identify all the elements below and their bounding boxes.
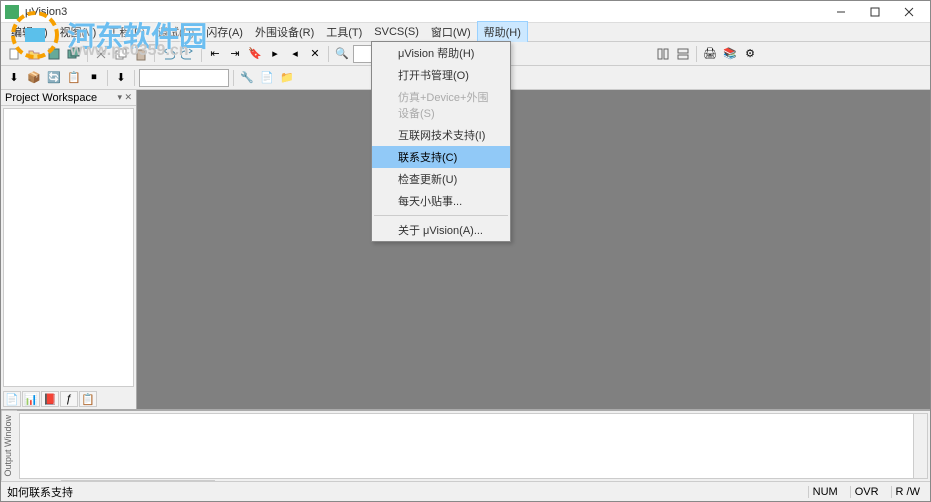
project-panel-tabs: 📄 📊 📕 ƒ 📋 xyxy=(1,389,136,409)
redo-icon[interactable] xyxy=(179,45,197,63)
window-cascade-icon[interactable] xyxy=(674,45,692,63)
target-combo[interactable] xyxy=(139,69,229,87)
save-icon[interactable] xyxy=(45,45,63,63)
bookmark-clear-icon[interactable]: ✕ xyxy=(306,45,324,63)
rebuild-icon[interactable]: 🔄 xyxy=(45,69,63,87)
menu-debug[interactable]: 调试(D) xyxy=(151,22,200,42)
menu-separator xyxy=(374,215,508,216)
status-num: NUM xyxy=(808,486,842,498)
tab-regs-icon[interactable]: 📊 xyxy=(22,391,40,407)
tab-func-icon[interactable]: ƒ xyxy=(60,391,78,407)
output-vscroll[interactable] xyxy=(913,414,927,478)
help-item-open-books[interactable]: 打开书管理(O) xyxy=(372,64,510,86)
help-item-about[interactable]: 关于 μVision(A)... xyxy=(372,219,510,241)
menu-tools[interactable]: 工具(T) xyxy=(320,22,368,42)
batch-build-icon[interactable]: 📋 xyxy=(65,69,83,87)
build-icon[interactable]: 📦 xyxy=(25,69,43,87)
indent-left-icon[interactable]: ⇤ xyxy=(206,45,224,63)
print-icon[interactable]: 🖨 xyxy=(701,45,719,63)
indent-right-icon[interactable]: ⇥ xyxy=(226,45,244,63)
books-icon[interactable]: 📚 xyxy=(721,45,739,63)
project-panel-title: Project Workspace xyxy=(5,92,97,104)
bookmark-prev-icon[interactable]: ◂ xyxy=(286,45,304,63)
status-ovr: OVR xyxy=(850,486,883,498)
translate-icon[interactable]: ⬇ xyxy=(5,69,23,87)
help-dropdown: μVision 帮助(H) 打开书管理(O) 仿真+Device+外围设备(S)… xyxy=(371,41,511,242)
statusbar: 如何联系支持 NUM OVR R /W xyxy=(1,481,930,501)
window-tile-icon[interactable] xyxy=(654,45,672,63)
copy-icon[interactable] xyxy=(112,45,130,63)
help-item-sim-device: 仿真+Device+外围设备(S) xyxy=(372,86,510,124)
menu-window[interactable]: 窗口(W) xyxy=(425,22,477,42)
help-item-contact-support[interactable]: 联系支持(C) xyxy=(372,146,510,168)
menu-project[interactable]: 工程(P) xyxy=(102,22,151,42)
menu-edit[interactable]: 编辑(E) xyxy=(5,22,54,42)
output-window-label: Output Window xyxy=(1,411,17,481)
panel-pin-icon[interactable]: ▾ ✕ xyxy=(117,92,132,103)
paste-icon[interactable] xyxy=(132,45,150,63)
undo-icon[interactable] xyxy=(159,45,177,63)
new-file-icon[interactable] xyxy=(5,45,23,63)
output-panel: Output Window ⏮ ◀ ▶ ⏭ 创建 命令 在文件中查找 ◀ ▶ xyxy=(1,409,930,481)
target-options-icon[interactable]: 🔧 xyxy=(238,69,256,87)
cut-icon[interactable] xyxy=(92,45,110,63)
maximize-button[interactable] xyxy=(858,2,892,22)
tab-temp-icon[interactable]: 📋 xyxy=(79,391,97,407)
app-icon xyxy=(5,5,19,19)
project-workspace-panel: Project Workspace ▾ ✕ 📄 📊 📕 ƒ 📋 xyxy=(1,90,137,409)
menu-view[interactable]: 视图(V) xyxy=(54,22,103,42)
file-ext-icon[interactable]: 📄 xyxy=(258,69,276,87)
save-all-icon[interactable] xyxy=(65,45,83,63)
project-panel-header: Project Workspace ▾ ✕ xyxy=(1,90,136,106)
menu-help[interactable]: 帮助(H) xyxy=(477,21,528,43)
window-title: μVision3 xyxy=(25,6,824,18)
menubar: 编辑(E) 视图(V) 工程(P) 调试(D) 闪存(A) 外围设备(R) 工具… xyxy=(1,23,930,42)
manage-icon[interactable]: 📁 xyxy=(278,69,296,87)
titlebar: μVision3 xyxy=(1,1,930,23)
status-text: 如何联系支持 xyxy=(7,484,73,500)
project-tree[interactable] xyxy=(3,108,134,387)
menu-flash[interactable]: 闪存(A) xyxy=(200,22,249,42)
menu-svcs[interactable]: SVCS(S) xyxy=(368,24,425,40)
tab-books-icon[interactable]: 📕 xyxy=(41,391,59,407)
find-icon[interactable]: 🔍 xyxy=(333,45,351,63)
close-button[interactable] xyxy=(892,2,926,22)
bookmark-icon[interactable]: 🔖 xyxy=(246,45,264,63)
status-rw: R /W xyxy=(891,486,924,498)
editor-area[interactable] xyxy=(137,90,930,409)
bookmark-next-icon[interactable]: ▸ xyxy=(266,45,284,63)
open-file-icon[interactable] xyxy=(25,45,43,63)
help-item-uvision-help[interactable]: μVision 帮助(H) xyxy=(372,42,510,64)
stop-build-icon[interactable]: ⏹ xyxy=(85,69,103,87)
options-icon[interactable]: ⚙ xyxy=(741,45,759,63)
help-item-check-update[interactable]: 检查更新(U) xyxy=(372,168,510,190)
help-item-tip-of-day[interactable]: 每天小贴事... xyxy=(372,190,510,212)
output-body[interactable] xyxy=(19,413,928,479)
menu-peripherals[interactable]: 外围设备(R) xyxy=(249,22,320,42)
minimize-button[interactable] xyxy=(824,2,858,22)
download-icon[interactable]: ⬇ xyxy=(112,69,130,87)
tab-files-icon[interactable]: 📄 xyxy=(3,391,21,407)
help-item-internet-support[interactable]: 互联网技术支持(I) xyxy=(372,124,510,146)
